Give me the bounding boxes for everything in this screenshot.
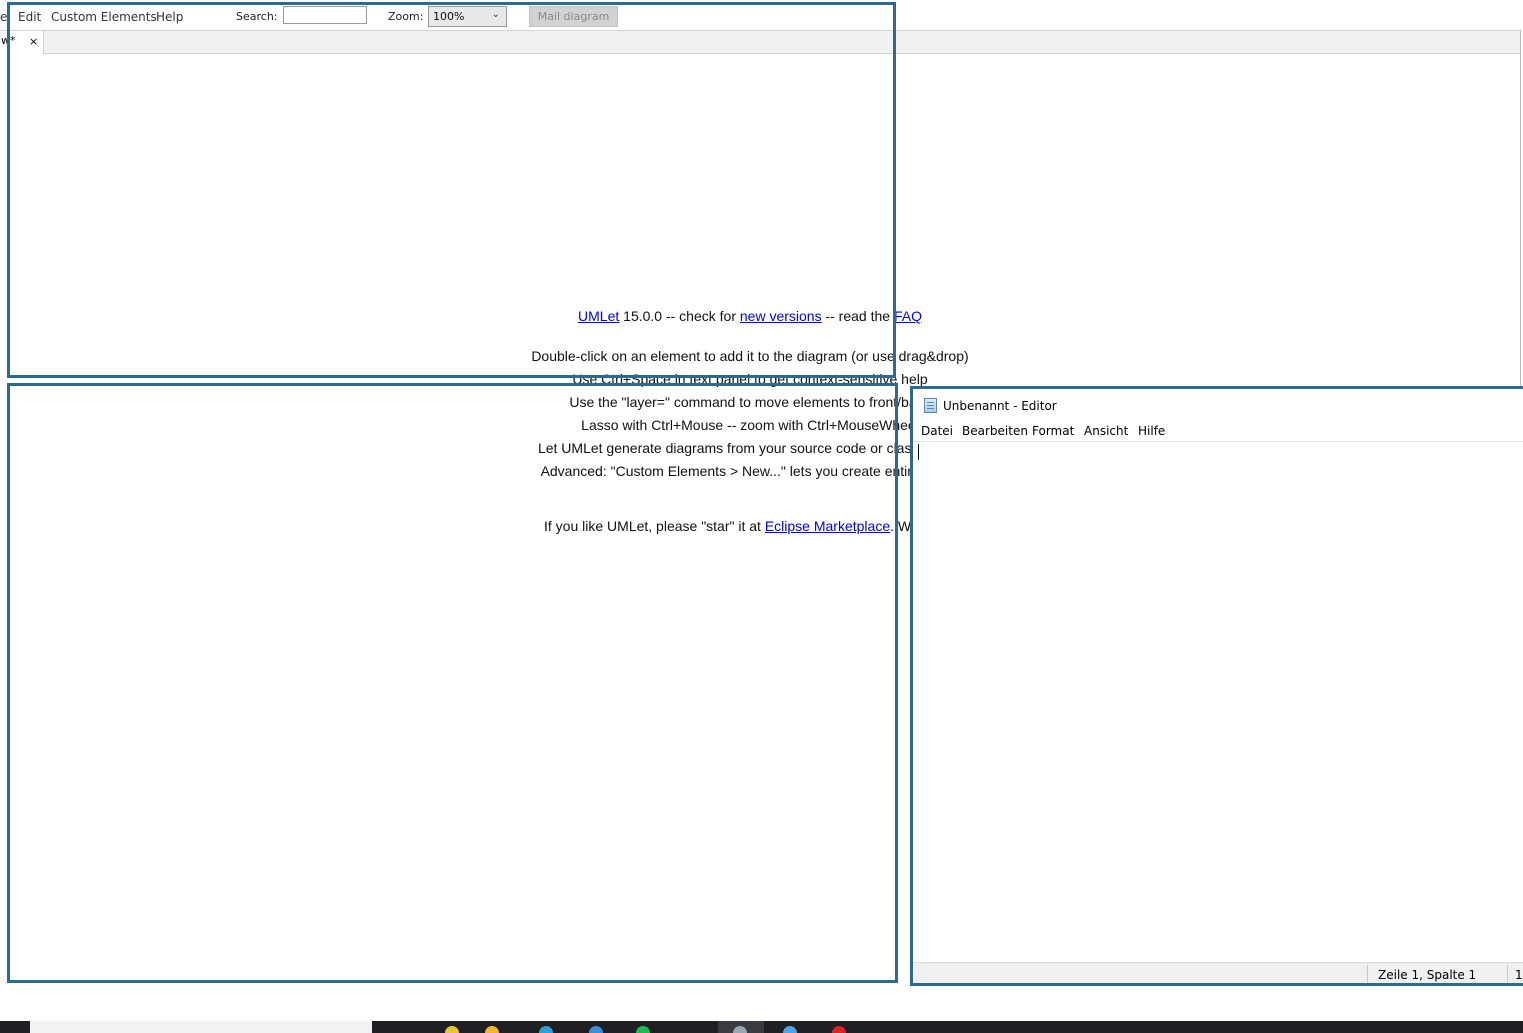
notepad-titlebar[interactable]: Unbenannt - Editor <box>913 389 1523 423</box>
welcome-line-ctrlspace: Use Ctrl+Space in text panel to get cont… <box>572 371 928 387</box>
notepad-menu-bearbeiten[interactable]: Bearbeiten <box>962 424 1028 438</box>
status-position: Zeile 1, Spalte 1 <box>1378 968 1477 982</box>
menu-file[interactable]: e <box>0 10 7 24</box>
folder-icon[interactable] <box>485 1026 499 1033</box>
taskbar-app-icon[interactable] <box>636 1026 650 1033</box>
umlet-menubar: e Edit Custom Elements Help Search: Zoom… <box>0 4 1523 30</box>
notepad-title: Unbenannt - Editor <box>943 399 1057 413</box>
search-input[interactable] <box>283 6 367 24</box>
taskbar-search-box[interactable] <box>30 1021 372 1033</box>
search-label: Search: <box>236 10 278 23</box>
taskbar-app-icon[interactable] <box>783 1026 797 1033</box>
tab-close-icon[interactable]: × <box>29 35 38 48</box>
read-text: -- read the <box>821 308 894 324</box>
window-divider <box>1520 30 1521 390</box>
taskbar <box>0 1021 1523 1033</box>
notepad-menu-ansicht[interactable]: Ansicht <box>1084 424 1128 438</box>
version-text: 15.0.0 -- check for <box>619 308 740 324</box>
notepad-menu-format[interactable]: Format <box>1032 424 1074 438</box>
menu-help[interactable]: Help <box>156 10 183 24</box>
status-separator <box>1367 965 1368 983</box>
tab-diagram[interactable]: w* × <box>0 31 44 54</box>
notepad-icon <box>924 398 937 413</box>
tab-diagram-label: w* <box>1 34 16 47</box>
menu-custom-elements[interactable]: Custom Elements <box>51 10 157 24</box>
text-caret <box>918 444 919 460</box>
diagram-tabstrip: w* × <box>0 30 1521 54</box>
umlet-link[interactable]: UMLet <box>578 308 619 324</box>
new-versions-link[interactable]: new versions <box>740 308 822 324</box>
screen: e Edit Custom Elements Help Search: Zoom… <box>0 0 1523 1033</box>
mail-diagram-button[interactable]: Mail diagram <box>529 6 618 27</box>
zoom-select[interactable]: 100% ⌄ <box>428 6 507 27</box>
notepad-text-area[interactable] <box>913 442 1523 962</box>
taskbar-app-icon[interactable] <box>832 1026 846 1033</box>
notepad-menubar: Datei Bearbeiten Format Ansicht Hilfe <box>913 423 1523 442</box>
taskbar-app-icon[interactable] <box>539 1026 553 1033</box>
zoom-select-value: 100% <box>433 10 465 23</box>
notepad-window: Unbenannt - Editor Datei Bearbeiten Form… <box>910 386 1523 986</box>
notepad-menu-hilfe[interactable]: Hilfe <box>1138 424 1165 438</box>
menu-edit[interactable]: Edit <box>18 10 41 24</box>
notepad-menu-datei[interactable]: Datei <box>921 424 953 438</box>
zoom-label: Zoom: <box>388 10 424 23</box>
eclipse-marketplace-link[interactable]: Eclipse Marketplace <box>765 518 890 534</box>
status-separator <box>1507 965 1508 983</box>
taskbar-app-icon[interactable] <box>445 1026 459 1033</box>
taskbar-app-icon[interactable] <box>589 1026 603 1033</box>
status-zoom: 100% <box>1515 968 1523 982</box>
notepad-taskbar-icon[interactable] <box>733 1026 747 1033</box>
welcome-line-doubleclick: Double-click on an element to add it to … <box>531 348 969 364</box>
chevron-down-icon: ⌄ <box>491 9 500 20</box>
notepad-statusbar: Zeile 1, Spalte 1 100% <box>913 962 1523 983</box>
welcome-line-version: UMLet 15.0.0 -- check for new versions -… <box>0 308 1500 324</box>
faq-link[interactable]: FAQ <box>894 308 922 324</box>
star-text: If you like UMLet, please "star" it at <box>544 518 765 534</box>
